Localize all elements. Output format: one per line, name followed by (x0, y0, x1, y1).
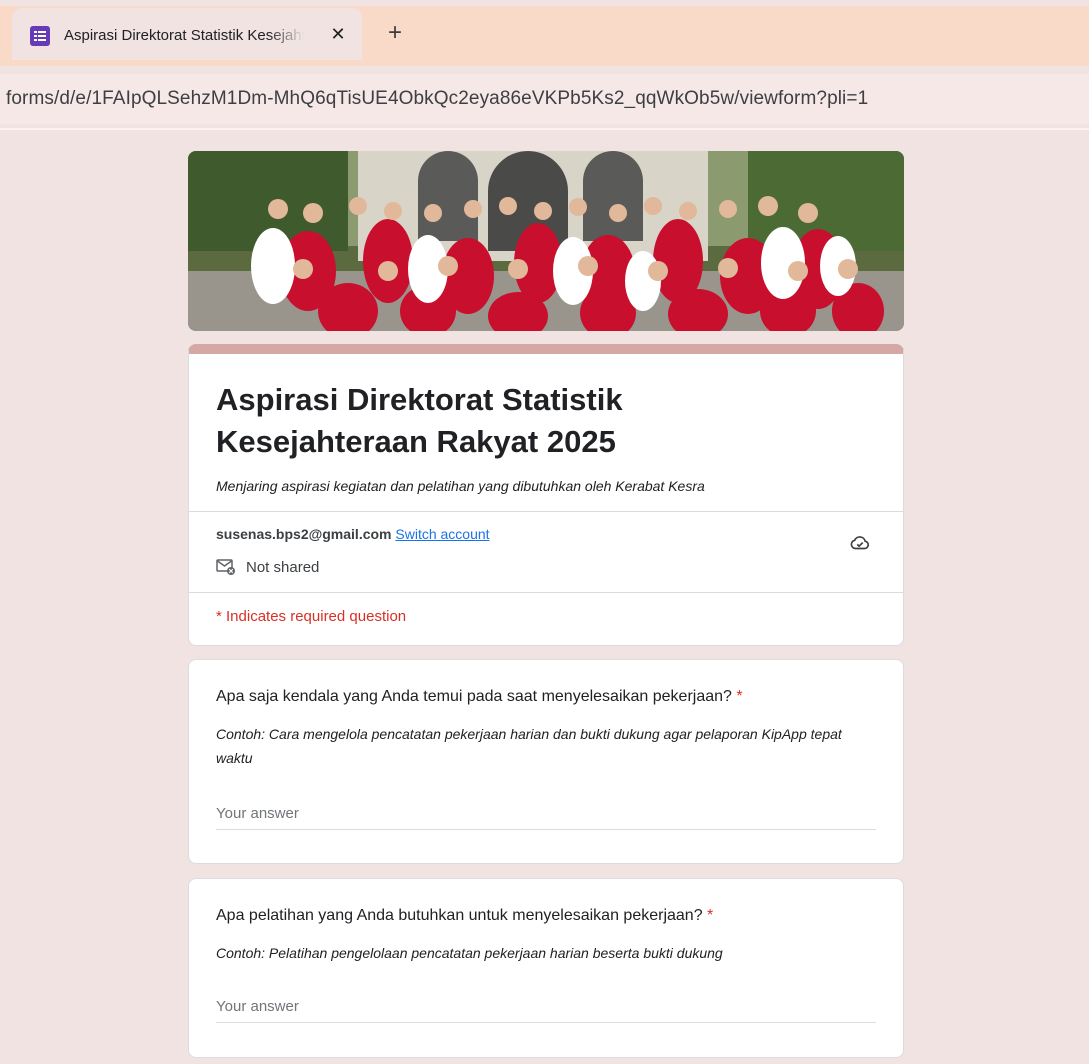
form-title: Aspirasi Direktorat Statistik Kesejahter… (216, 382, 623, 459)
tab-strip: Aspirasi Direktorat Statistik Kesejahter… (0, 0, 1089, 66)
cloud-check-icon[interactable] (849, 532, 871, 554)
required-asterisk: * (707, 907, 714, 924)
header-divider (189, 511, 903, 512)
new-tab-button[interactable]: + (380, 20, 410, 50)
chrome-divider (0, 128, 1089, 130)
form-description: Menjaring aspirasi kegiatan dan pelatiha… (216, 478, 705, 494)
question-title: Apa pelatihan yang Anda butuhkan untuk m… (216, 907, 713, 925)
question-card: Apa saja kendala yang Anda temui pada sa… (188, 659, 904, 864)
close-tab-icon[interactable]: ✕ (326, 22, 350, 46)
question-help-text: Contoh: Cara mengelola pencatatan pekerj… (216, 726, 842, 766)
header-divider-2 (189, 592, 903, 593)
required-note: * Indicates required question (216, 608, 407, 625)
form-header-image (188, 151, 904, 331)
required-asterisk: * (736, 688, 743, 705)
form-header-card: Aspirasi Direktorat Statistik Kesejahter… (188, 344, 904, 646)
question-text: Apa saja kendala yang Anda temui pada sa… (216, 688, 732, 705)
address-bar[interactable]: forms/d/e/1FAIpQLSehzM1Dm-MhQ6qTisUE4Obk… (0, 74, 1089, 124)
mail-not-shared-icon (216, 559, 235, 575)
group-photo-illustration (188, 151, 904, 331)
url-text[interactable]: forms/d/e/1FAIpQLSehzM1Dm-MhQ6qTisUE4Obk… (6, 88, 868, 110)
question-title: Apa saja kendala yang Anda temui pada sa… (216, 688, 743, 706)
answer-input[interactable] (216, 798, 876, 830)
not-shared-status: Not shared (216, 558, 319, 576)
browser-tab-active[interactable]: Aspirasi Direktorat Statistik Kesejahter… (12, 8, 362, 60)
question-card: Apa pelatihan yang Anda butuhkan untuk m… (188, 878, 904, 1058)
question-text: Apa pelatihan yang Anda butuhkan untuk m… (216, 907, 703, 924)
account-email: susenas.bps2@gmail.com (216, 526, 392, 542)
tab-title: Aspirasi Direktorat Statistik Kesejahter… (64, 27, 304, 44)
switch-account-link[interactable]: Switch account (395, 526, 489, 542)
google-forms-icon (30, 26, 50, 46)
account-line: susenas.bps2@gmail.com Switch account (216, 526, 490, 542)
not-shared-label: Not shared (246, 559, 320, 576)
answer-input[interactable] (216, 991, 876, 1023)
question-help-text: Contoh: Pelatihan pengelolaan pencatatan… (216, 945, 723, 961)
